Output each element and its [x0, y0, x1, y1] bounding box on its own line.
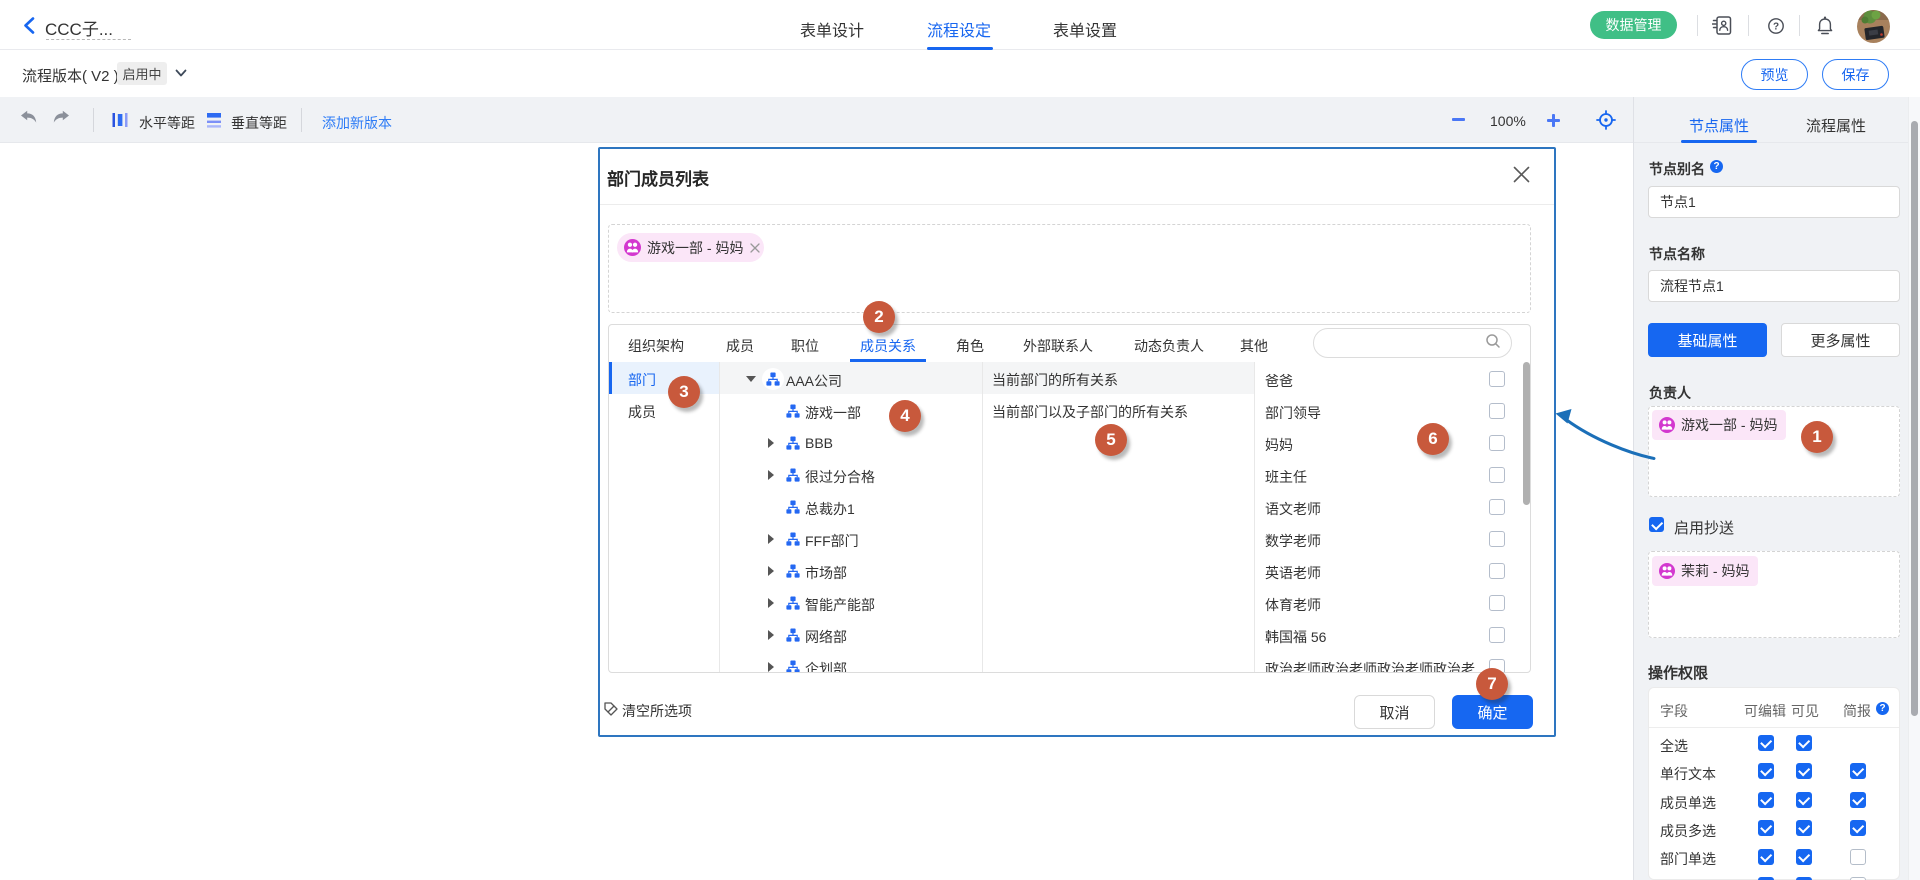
svg-text:?: ? [1773, 22, 1779, 33]
